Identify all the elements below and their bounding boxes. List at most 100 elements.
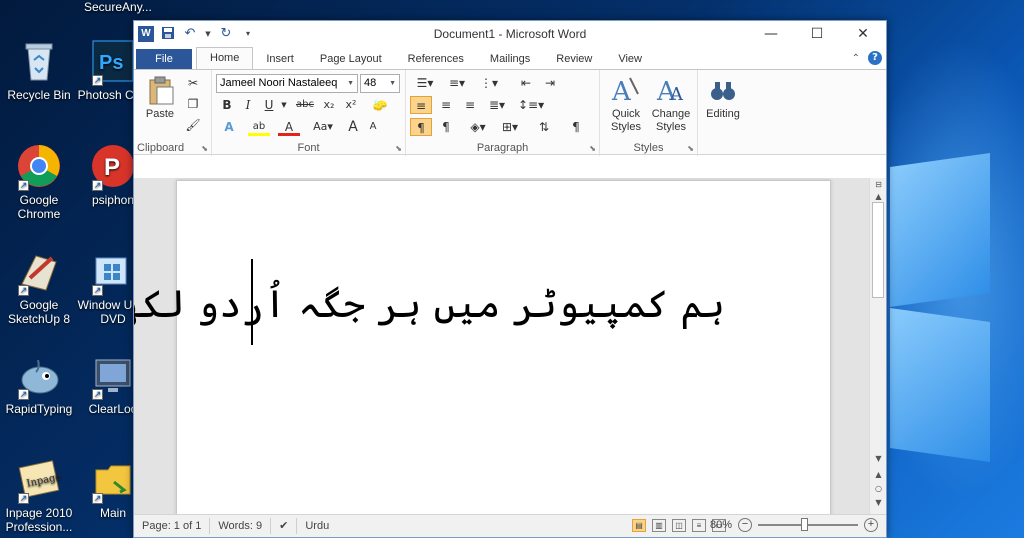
tab-view[interactable]: View — [605, 49, 655, 69]
paste-label: Paste — [145, 108, 175, 120]
right-to-left-button[interactable]: ¶ — [436, 118, 456, 136]
tab-review[interactable]: Review — [543, 49, 605, 69]
italic-button[interactable]: I — [239, 96, 257, 114]
tab-home[interactable]: Home — [196, 47, 254, 69]
font-name-box[interactable]: Jameel Noori Nastaleeq ▼ — [216, 74, 358, 93]
web-layout-view-icon[interactable]: ◫ — [672, 519, 686, 532]
ruler-toggle-icon[interactable]: ⊟ — [870, 180, 887, 189]
document-text[interactable]: ہم کمپیوٹر میں ہر جگہ اُردو لکھ سکتے ہیں… — [134, 279, 725, 329]
bullets-icon[interactable]: ☰▾ — [412, 74, 438, 92]
group-label-paragraph: Paragraph — [476, 142, 529, 154]
clear-formatting-icon[interactable]: 🧽 — [370, 96, 390, 114]
maximize-button[interactable]: ☐ — [794, 21, 840, 47]
shading-icon[interactable]: ◈▾ — [466, 118, 490, 136]
change-styles-button[interactable]: AA Change Styles — [648, 74, 694, 134]
copy-icon[interactable]: ❐ — [184, 95, 202, 113]
numbering-icon[interactable]: ≡▾ — [444, 74, 470, 92]
desktop-icon-label: Google Chrome — [17, 193, 61, 221]
paragraph-launcher-icon[interactable]: ⬊ — [589, 144, 596, 153]
window-controls: — ☐ ✕ — [748, 21, 886, 47]
subscript-button[interactable]: x₂ — [320, 96, 338, 114]
multilevel-list-icon[interactable]: ⋮▾ — [476, 74, 502, 92]
quick-styles-button[interactable]: A Quick Styles — [604, 74, 648, 134]
previous-page-icon[interactable]: ▲ — [870, 470, 887, 479]
status-page[interactable]: Page: 1 of 1 — [134, 518, 211, 534]
desktop-icon-sketchup[interactable]: ↗ Google SketchUp 8 — [0, 248, 78, 326]
zoom-slider[interactable] — [758, 518, 858, 531]
styles-launcher-icon[interactable]: ⬊ — [687, 144, 694, 153]
tab-file[interactable]: File — [136, 49, 192, 69]
align-right-button[interactable]: ≡ — [460, 96, 480, 114]
cut-icon[interactable]: ✂ — [184, 74, 202, 92]
strikethrough-button[interactable]: abc — [294, 96, 316, 114]
left-to-right-button[interactable]: ¶ — [410, 118, 432, 136]
align-center-button[interactable]: ≡ — [436, 96, 456, 114]
close-button[interactable]: ✕ — [840, 21, 886, 47]
tab-mailings[interactable]: Mailings — [477, 49, 543, 69]
scroll-down-icon[interactable]: ▼ — [870, 454, 887, 463]
select-browse-object-icon[interactable]: ○ — [870, 484, 887, 493]
scroll-up-icon[interactable]: ▲ — [870, 192, 887, 201]
change-case-icon[interactable]: Aa▾ — [308, 118, 338, 136]
desktop-icon-inpage[interactable]: Inpage ↗ Inpage 2010 Profession... — [0, 456, 78, 534]
rapidtyping-icon: ↗ — [16, 352, 62, 400]
zoom-out-icon[interactable]: − — [738, 518, 752, 532]
underline-dropdown-icon[interactable]: ▼ — [280, 96, 288, 114]
chevron-down-icon: ▼ — [347, 80, 354, 87]
decrease-indent-icon[interactable]: ⇤ — [516, 74, 536, 92]
font-size-box[interactable]: 48 ▼ — [360, 74, 400, 93]
desktop-icon-rapidtyping[interactable]: ↗ RapidTyping — [0, 352, 78, 416]
editing-button[interactable]: Editing — [702, 74, 744, 121]
quick-styles-label: Quick Styles — [611, 108, 641, 133]
group-clipboard: Paste ✂ ❐ 🖌 Clipboard ⬊ — [134, 70, 212, 156]
paste-button[interactable]: Paste — [140, 74, 180, 121]
tab-references[interactable]: References — [395, 49, 477, 69]
scrollbar-thumb[interactable] — [872, 202, 884, 298]
desktop-icon-label: Google SketchUp 8 — [7, 298, 71, 326]
document-page[interactable]: ہم کمپیوٹر میں ہر جگہ اُردو لکھ سکتے ہیں… — [134, 180, 831, 515]
vertical-scrollbar[interactable]: ⊟ ▲ ▼ ▲ ○ ▼ — [869, 178, 886, 515]
justify-button[interactable]: ≣▾ — [484, 96, 510, 114]
print-layout-view-icon[interactable]: ▤ — [632, 519, 646, 532]
increase-indent-icon[interactable]: ⇥ — [540, 74, 560, 92]
font-color-icon[interactable]: A — [278, 118, 300, 136]
tab-insert[interactable]: Insert — [253, 49, 307, 69]
outline-view-icon[interactable]: ≡ — [692, 519, 706, 532]
line-spacing-icon[interactable]: ↕≡▾ — [518, 96, 544, 114]
tab-page-layout[interactable]: Page Layout — [307, 49, 395, 69]
word-window: W ↶ ▼ ↻ ▾ Document1 - Microsoft Word — ☐… — [133, 20, 887, 538]
shrink-font-icon[interactable]: A — [364, 118, 382, 136]
show-hide-marks-icon[interactable]: ¶ — [566, 118, 586, 136]
borders-icon[interactable]: ⊞▾ — [498, 118, 522, 136]
help-icon[interactable]: ? — [868, 51, 882, 65]
zoom-in-icon[interactable]: + — [864, 518, 878, 532]
minimize-ribbon-icon[interactable]: ⌃ — [852, 53, 860, 64]
underline-button[interactable]: U — [260, 96, 278, 114]
chevron-down-icon: ▼ — [389, 80, 396, 87]
clipboard-launcher-icon[interactable]: ⬊ — [201, 144, 208, 153]
desktop-icon-recycle-bin[interactable]: Recycle Bin — [0, 38, 78, 102]
zoom-level[interactable]: 80% — [710, 519, 732, 531]
next-page-icon[interactable]: ▼ — [870, 498, 887, 507]
align-left-button[interactable]: ≡ — [410, 96, 432, 114]
sort-icon[interactable]: ⇅ — [534, 118, 554, 136]
svg-text:A: A — [669, 84, 684, 105]
full-screen-reading-view-icon[interactable]: ▥ — [652, 519, 666, 532]
proofing-icon[interactable]: ✔ — [271, 518, 298, 534]
superscript-button[interactable]: x² — [342, 96, 360, 114]
bold-button[interactable]: B — [218, 96, 236, 114]
desktop-icon-label: Inpage 2010 Profession... — [5, 506, 73, 534]
font-launcher-icon[interactable]: ⬊ — [395, 144, 402, 153]
status-language[interactable]: Urdu — [297, 518, 337, 534]
grow-font-icon[interactable]: A — [344, 118, 362, 136]
title-bar: W ↶ ▼ ↻ ▾ Document1 - Microsoft Word — ☐… — [134, 21, 886, 47]
minimize-button[interactable]: — — [748, 21, 794, 47]
format-painter-icon[interactable]: 🖌 — [184, 116, 202, 134]
desktop-icon-google-chrome[interactable]: ↗ Google Chrome — [0, 143, 78, 221]
text-highlight-icon[interactable]: ab — [248, 118, 270, 136]
paste-icon — [144, 74, 176, 106]
status-words[interactable]: Words: 9 — [210, 518, 272, 534]
desktop-top-label[interactable]: SecureAny... — [84, 0, 152, 14]
text-effects-icon[interactable]: A — [218, 118, 240, 136]
zoom-slider-knob[interactable] — [801, 518, 808, 531]
